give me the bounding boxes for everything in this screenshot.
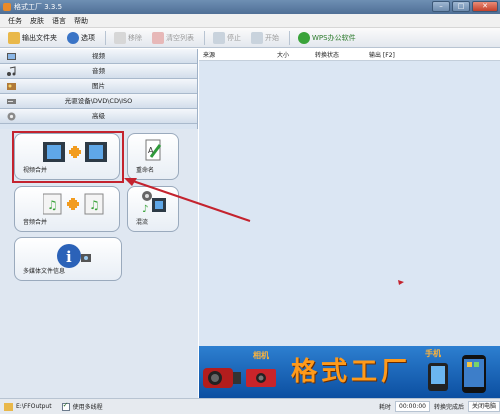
- advanced-tools-panel: 视频合并 A 重命名 ♫ ♫ 音频合并 ♪ 混流 i 多媒体文件信息: [0, 129, 198, 398]
- category-advanced[interactable]: 高级: [0, 109, 197, 124]
- mux-tile[interactable]: ♪ 混流: [127, 186, 179, 232]
- folder-icon: [8, 31, 20, 44]
- svg-text:A: A: [148, 146, 154, 155]
- column-status[interactable]: 转换状态: [315, 50, 369, 59]
- start-button[interactable]: 开始: [251, 30, 279, 46]
- svg-text:i: i: [66, 248, 72, 266]
- after-done-select[interactable]: 关闭电脑: [467, 401, 500, 412]
- stop-icon: [213, 31, 225, 44]
- stop-button[interactable]: 停止: [213, 30, 241, 46]
- phone-label: 手机: [425, 348, 441, 358]
- column-output[interactable]: 输出 [F2]: [369, 50, 395, 59]
- after-done-label: 转换完成后: [433, 404, 464, 411]
- maximize-button[interactable]: □: [452, 1, 470, 12]
- mux-label: 混流: [136, 219, 149, 226]
- window-title: 格式工厂 3.3.5: [14, 3, 63, 11]
- rename-icon: A: [145, 139, 162, 161]
- toolbar-divider: [289, 30, 290, 45]
- app-icon: [3, 3, 11, 11]
- minimize-button[interactable]: –: [432, 1, 450, 12]
- task-table-header: 来源 大小 转换状态 输出 [F2]: [199, 49, 500, 61]
- remove-icon: [114, 31, 126, 44]
- category-panel: 视频 音频 图片 光驱设备\DVD\CD\ISO 高级 视频合并 A 重命名 ♫…: [0, 49, 198, 398]
- svg-text:♫: ♫: [89, 198, 100, 212]
- svg-text:♪: ♪: [142, 204, 148, 215]
- task-list-panel: 来源 大小 转换状态 输出 [F2] 相机 格式工厂 手机: [199, 49, 500, 398]
- toolbar: 输出文件夹 选项 移除 清空列表 停止 开始 WPS办公软件: [0, 28, 500, 48]
- category-optical-drive[interactable]: 光驱设备\DVD\CD\ISO: [0, 94, 197, 109]
- rename-tile[interactable]: A 重命名: [127, 133, 179, 180]
- menu-bar: 任务 皮肤 语言 帮助: [0, 14, 500, 28]
- rename-label: 重命名: [136, 167, 155, 174]
- audio-merge-icon: ♫ ♫: [43, 193, 104, 215]
- wps-icon: [298, 31, 310, 44]
- disc-drive-icon: [6, 96, 17, 107]
- elapsed-value: 00:00:00: [395, 401, 430, 412]
- camera-label: 相机: [253, 350, 269, 360]
- toolbar-divider: [105, 30, 106, 45]
- title-bar: 格式工厂 3.3.5 – □ ✕: [0, 0, 500, 14]
- category-video[interactable]: 视频: [0, 49, 197, 64]
- svg-text:♫: ♫: [47, 198, 58, 212]
- status-bar: E:\FFOutput 使用多线程 耗时 00:00:00 转换完成后 关闭电脑: [0, 398, 500, 414]
- column-size[interactable]: 大小: [277, 50, 315, 59]
- media-info-label: 多媒体文件信息: [23, 268, 66, 275]
- options-icon: [67, 31, 79, 44]
- column-source[interactable]: 来源: [203, 50, 277, 59]
- highlight-box: [12, 131, 124, 183]
- elapsed-label: 耗时: [379, 404, 392, 411]
- media-info-tile[interactable]: i 多媒体文件信息: [14, 237, 122, 281]
- category-audio[interactable]: 音频: [0, 64, 197, 79]
- wps-office-button[interactable]: WPS办公软件: [298, 30, 356, 46]
- clear-icon: [152, 31, 164, 44]
- camera-icon: [246, 369, 276, 387]
- mux-icon: ♪: [142, 191, 166, 215]
- brand-title: 格式工厂: [291, 357, 412, 387]
- music-icon: [6, 66, 17, 77]
- advanced-icon: [6, 111, 17, 122]
- toolbar-divider: [204, 30, 205, 45]
- clear-list-button[interactable]: 清空列表: [152, 30, 194, 46]
- menu-task[interactable]: 任务: [8, 16, 22, 26]
- brand-banner: 相机 格式工厂 手机: [199, 346, 500, 398]
- menu-help[interactable]: 帮助: [74, 16, 88, 26]
- task-list-area[interactable]: [199, 61, 500, 346]
- camcorder-icon: [203, 368, 241, 388]
- folder-small-icon: [4, 402, 13, 411]
- remove-button[interactable]: 移除: [114, 30, 142, 46]
- phone-icon: [428, 363, 448, 391]
- audio-merge-label: 音频合并: [23, 219, 48, 226]
- category-image[interactable]: 图片: [0, 79, 197, 94]
- menu-language[interactable]: 语言: [52, 16, 66, 26]
- output-path: E:\FFOutput: [16, 403, 52, 410]
- image-icon: [6, 81, 17, 92]
- audio-merge-tile[interactable]: ♫ ♫ 音频合并: [14, 186, 120, 232]
- close-button[interactable]: ✕: [472, 1, 498, 12]
- video-icon: [6, 51, 17, 62]
- options-button[interactable]: 选项: [67, 30, 95, 46]
- menu-skin[interactable]: 皮肤: [30, 16, 44, 26]
- output-folder-button[interactable]: 输出文件夹: [8, 30, 57, 46]
- smartphone-icon: [462, 355, 486, 393]
- start-icon: [251, 31, 263, 44]
- multithread-label: 使用多线程: [72, 404, 103, 411]
- multithread-checkbox[interactable]: [61, 401, 70, 411]
